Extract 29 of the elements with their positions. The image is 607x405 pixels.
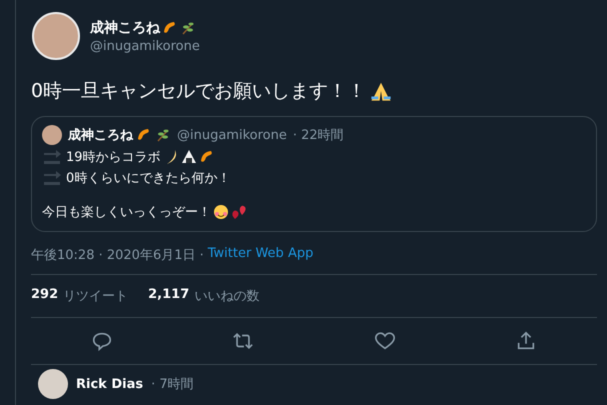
author-name[interactable]: Rick Dias [76, 376, 144, 392]
quote-text-line: 今日も楽しくいっくっぞー！ [42, 204, 211, 221]
stat-label[interactable]: いいねの数 [194, 287, 260, 305]
avatar[interactable] [32, 12, 80, 60]
stat-count[interactable]: 292 [31, 287, 58, 305]
author-handle: @inugamikorone [177, 128, 287, 142]
post-time: · 22時間 [292, 127, 344, 144]
avatar[interactable] [38, 369, 68, 399]
author-name: 成神ころね [68, 127, 133, 144]
avatar [42, 125, 62, 145]
herb-icon [180, 20, 196, 36]
soon-arrow-icon [42, 170, 62, 186]
stat-count[interactable]: 2,117 [148, 287, 190, 305]
soon-arrow-icon [42, 149, 62, 165]
source-link[interactable]: Twitter Web App [208, 246, 314, 264]
quote-text-line: 19時からコラボ [66, 149, 161, 166]
timestamp[interactable]: 午後10:28 · 2020年6月1日 · [31, 246, 204, 264]
smiling-face-icon [213, 204, 229, 220]
post-time: · 7時間 [151, 376, 194, 393]
stat-label[interactable]: リツイート [63, 287, 128, 305]
quote-text-line: 0時くらいにできたら何か！ [66, 170, 230, 187]
tweet-text: 0時一旦キャンセルでお願いします！！ [31, 79, 366, 104]
quoted-tweet-card[interactable]: 成神ころね @inugamikorone · 22時間 19時からコラボ 0時くらいにできたら何か！ 今日も楽しくいっくっぞー！ [31, 116, 597, 232]
heart-icon [374, 330, 396, 352]
retweet-icon [232, 330, 254, 352]
speech-bubble-icon [90, 330, 113, 352]
author-handle[interactable]: @inugamikorone [90, 38, 200, 54]
herb-icon [155, 127, 171, 143]
author-name[interactable]: 成神ころね [90, 18, 160, 36]
